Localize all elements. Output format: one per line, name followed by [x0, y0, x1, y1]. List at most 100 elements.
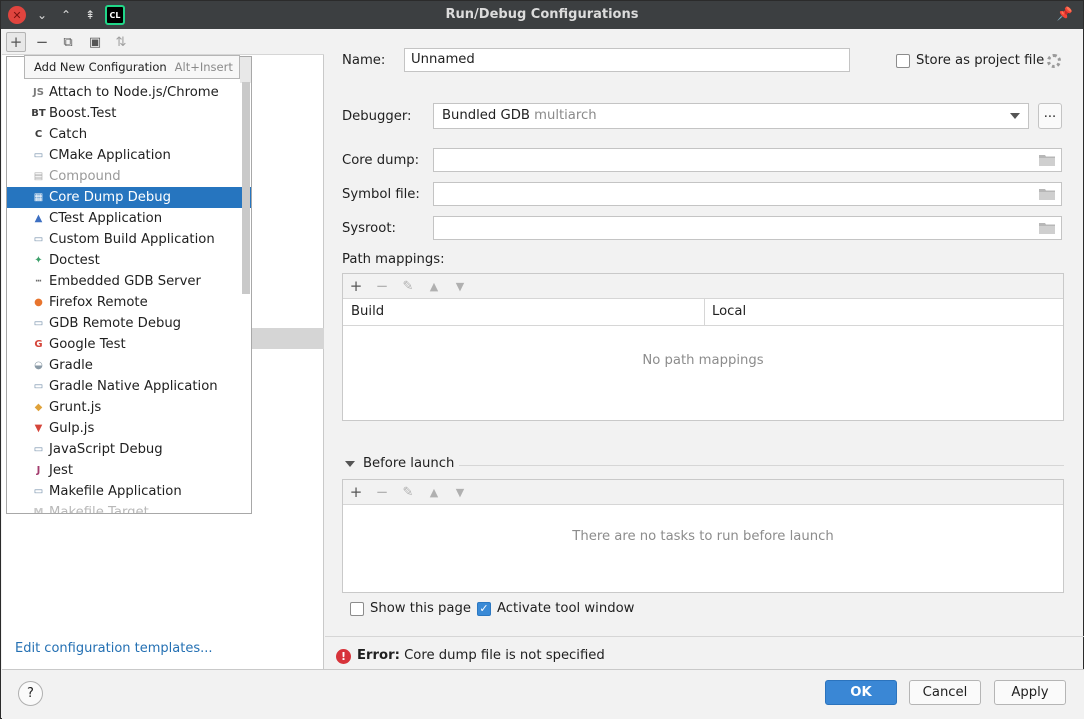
- add-configuration-tooltip: Add New Configuration Alt+Insert: [24, 55, 240, 79]
- core-dump-label: Core dump:: [342, 153, 420, 168]
- sysroot-field[interactable]: [433, 216, 1062, 240]
- config-type-label: Boost.Test: [49, 106, 117, 121]
- name-field[interactable]: Unnamed: [404, 48, 850, 72]
- makefile-target-icon: M: [33, 507, 44, 514]
- store-project-label: Store as project file: [916, 53, 1045, 68]
- folder-icon[interactable]: [1039, 221, 1055, 234]
- column-local[interactable]: Local: [712, 304, 746, 319]
- config-type-label: Doctest: [49, 253, 100, 268]
- remove-task-button[interactable]: −: [372, 482, 392, 502]
- path-mappings-panel: + − ✎ ▲ ▼ Build Local No path mappings: [342, 273, 1064, 421]
- symbol-file-field[interactable]: [433, 182, 1062, 206]
- show-page-checkbox[interactable]: [350, 602, 364, 616]
- debugger-hint: multiarch: [534, 108, 597, 123]
- debugger-select[interactable]: Bundled GDB multiarch: [433, 103, 1029, 129]
- sort-button[interactable]: ⇅: [111, 32, 131, 52]
- add-task-button[interactable]: +: [346, 482, 366, 502]
- edit-mapping-icon[interactable]: ✎: [398, 276, 418, 296]
- config-type-item[interactable]: ◒ Gradle: [7, 355, 251, 376]
- folder-icon[interactable]: [1039, 187, 1055, 200]
- add-mapping-button[interactable]: +: [346, 276, 366, 296]
- name-label: Name:: [342, 53, 386, 68]
- folder-icon[interactable]: [1039, 153, 1055, 166]
- tree-toolbar: + − ⧉ ▣ ⇅: [2, 29, 324, 55]
- config-type-item[interactable]: JS Attach to Node.js/Chrome: [7, 82, 251, 103]
- config-type-label: Google Test: [49, 337, 126, 352]
- remove-mapping-button[interactable]: −: [372, 276, 392, 296]
- path-mappings-label: Path mappings:: [342, 252, 445, 267]
- popup-header-strip: [240, 57, 251, 83]
- config-type-item[interactable]: ◆ Grunt.js: [7, 397, 251, 418]
- before-launch-toggle[interactable]: Before launch: [345, 456, 454, 471]
- add-configuration-button[interactable]: +: [6, 32, 26, 52]
- config-type-item[interactable]: C Catch: [7, 124, 251, 145]
- config-type-label: Firefox Remote: [49, 295, 148, 310]
- config-type-item[interactable]: ▲ CTest Application: [7, 208, 251, 229]
- nodejs-attach-icon: JS: [33, 87, 44, 98]
- edit-task-icon[interactable]: ✎: [398, 482, 418, 502]
- config-type-label: Makefile Target: [49, 505, 149, 514]
- boost-test-icon: BT: [31, 108, 46, 119]
- gulp-icon: ▼: [34, 423, 43, 434]
- before-launch-label: Before launch: [363, 456, 455, 471]
- store-project-checkbox[interactable]: [896, 54, 910, 68]
- chevron-down-icon: [1010, 113, 1020, 119]
- sysroot-label: Sysroot:: [342, 221, 396, 236]
- config-type-item[interactable]: ▭ Custom Build Application: [7, 229, 251, 250]
- before-launch-empty: There are no tasks to run before launch: [572, 529, 834, 544]
- config-type-item[interactable]: ▭ Gradle Native Application: [7, 376, 251, 397]
- cmake-app-icon: ▭: [33, 150, 44, 161]
- config-type-item[interactable]: ● Firefox Remote: [7, 292, 251, 313]
- move-up-icon[interactable]: ▲: [424, 276, 444, 296]
- gear-icon[interactable]: [1047, 54, 1061, 68]
- config-type-item[interactable]: ✦ Doctest: [7, 250, 251, 271]
- config-type-item[interactable]: G Google Test: [7, 334, 251, 355]
- config-type-item[interactable]: ▭ CMake Application: [7, 145, 251, 166]
- config-type-label: Core Dump Debug: [49, 190, 172, 205]
- move-down-icon[interactable]: ▼: [450, 482, 470, 502]
- ok-button[interactable]: OK: [825, 680, 897, 705]
- error-message: Error: Core dump file is not specified: [357, 648, 605, 663]
- column-divider: [704, 299, 705, 326]
- pin-icon[interactable]: 📌: [1057, 7, 1073, 22]
- move-up-icon[interactable]: ▲: [424, 482, 444, 502]
- configuration-form: Name: Unnamed Store as project file Debu…: [325, 29, 1084, 669]
- tree-selection-row[interactable]: [252, 328, 324, 349]
- catch-icon: C: [34, 129, 43, 140]
- compound-icon: ▤: [33, 171, 44, 182]
- help-button[interactable]: ?: [18, 681, 43, 706]
- ctest-icon: ▲: [34, 213, 43, 224]
- config-type-label: Gradle Native Application: [49, 379, 218, 394]
- config-type-label: Gradle: [49, 358, 93, 373]
- dialog-footer: ? OK Cancel Apply: [2, 669, 1084, 719]
- title-bar: ✕ ⌄ ⌃ ⇞ CL Run/Debug Configurations 📌: [1, 1, 1083, 29]
- jest-icon: J: [36, 465, 41, 476]
- core-dump-field[interactable]: [433, 148, 1062, 172]
- config-type-item[interactable]: BT Boost.Test: [7, 103, 251, 124]
- cancel-button[interactable]: Cancel: [909, 680, 981, 705]
- config-type-item[interactable]: ▦ Core Dump Debug: [7, 187, 251, 208]
- remove-configuration-button[interactable]: −: [32, 32, 52, 52]
- activate-tool-checkbox[interactable]: ✓: [477, 602, 491, 616]
- config-type-item[interactable]: ▭ Makefile Application: [7, 481, 251, 502]
- config-type-label: Embedded GDB Server: [49, 274, 201, 289]
- config-type-item[interactable]: M Makefile Target: [7, 502, 251, 514]
- apply-button[interactable]: Apply: [994, 680, 1066, 705]
- section-divider: [459, 465, 1064, 466]
- config-type-item[interactable]: ▭ GDB Remote Debug: [7, 313, 251, 334]
- popup-scrollbar[interactable]: [242, 82, 250, 294]
- move-down-icon[interactable]: ▼: [450, 276, 470, 296]
- edit-templates-link[interactable]: Edit configuration templates...: [15, 641, 213, 656]
- copy-configuration-button[interactable]: ⧉: [58, 32, 78, 52]
- config-type-item[interactable]: J Jest: [7, 460, 251, 481]
- column-build[interactable]: Build: [351, 304, 384, 319]
- config-type-item[interactable]: ▼ Gulp.js: [7, 418, 251, 439]
- config-type-item[interactable]: ▤ Compound: [7, 166, 251, 187]
- config-type-item[interactable]: ┅ Embedded GDB Server: [7, 271, 251, 292]
- core-dump-icon: ▦: [33, 192, 44, 203]
- config-type-item[interactable]: ▭ JavaScript Debug: [7, 439, 251, 460]
- debugger-browse-button[interactable]: ...: [1038, 103, 1062, 129]
- tooltip-shortcut: Alt+Insert: [174, 60, 233, 74]
- new-folder-button[interactable]: ▣: [85, 32, 105, 52]
- config-type-label: Gulp.js: [49, 421, 95, 436]
